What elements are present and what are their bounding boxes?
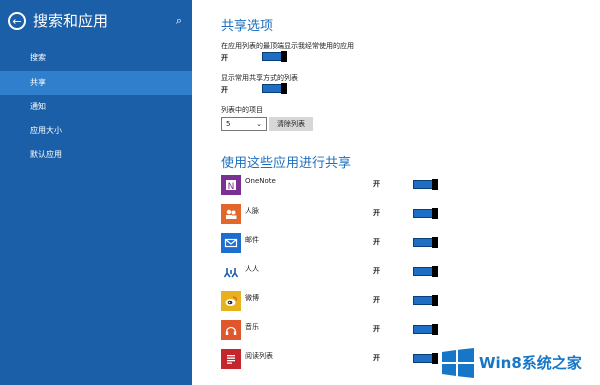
app-value: 开 (373, 238, 380, 246)
people-icon (221, 204, 241, 224)
renren-icon (221, 262, 241, 282)
app-name: 音乐 (245, 323, 259, 331)
reading-list-icon (221, 349, 241, 369)
sidebar-item-app-size[interactable]: 应用大小 (0, 119, 192, 143)
app-toggle-reading-list[interactable] (413, 353, 438, 364)
back-arrow-icon[interactable]: ← (8, 12, 26, 30)
chevron-down-icon: ⌄ (256, 120, 262, 128)
search-icon[interactable]: ⌕ (176, 14, 182, 28)
windows-logo-icon (442, 348, 474, 378)
main-panel: 共享选项 在应用列表的最顶端显示我经常使用的应用 开 显示常用共享方式的列表 开… (192, 0, 600, 385)
sidebar-item-default-apps[interactable]: 默认应用 (0, 143, 192, 167)
clear-list-button[interactable]: 清除列表 (269, 117, 313, 131)
app-value: 开 (373, 354, 380, 362)
sidebar: ← 搜索和应用 ⌕ 搜索 共享 通知 应用大小 默认应用 (0, 0, 192, 385)
list-count-select[interactable]: 5 ⌄ (221, 117, 267, 131)
sidebar-title: 搜索和应用 (33, 12, 109, 30)
app-value: 开 (373, 180, 380, 188)
sidebar-item-notifications[interactable]: 通知 (0, 95, 192, 119)
app-row-renren: 人人 开 (221, 262, 591, 282)
app-row-weibo: 微博 开 (221, 291, 591, 311)
music-icon (221, 320, 241, 340)
sidebar-header: ← 搜索和应用 ⌕ (8, 12, 184, 34)
mail-icon (221, 233, 241, 253)
app-name: 人脉 (245, 207, 259, 215)
svg-text:N: N (228, 182, 235, 192)
app-row-people: 人脉 开 (221, 204, 591, 224)
app-toggle-onenote[interactable] (413, 179, 438, 190)
app-toggle-weibo[interactable] (413, 295, 438, 306)
app-row-mail: 邮件 开 (221, 233, 591, 253)
app-value: 开 (373, 267, 380, 275)
sidebar-item-search[interactable]: 搜索 (0, 46, 192, 70)
app-toggle-people[interactable] (413, 208, 438, 219)
frequent-apps-value: 开 (221, 54, 228, 62)
onenote-icon: N (221, 175, 241, 195)
frequent-apps-label: 在应用列表的最顶端显示我经常使用的应用 (221, 42, 354, 50)
app-value: 开 (373, 296, 380, 304)
share-options-heading: 共享选项 (221, 19, 274, 34)
app-row-onenote: N OneNote 开 (221, 175, 591, 195)
share-list-toggle[interactable] (262, 83, 287, 94)
share-list-label: 显示常用共享方式的列表 (221, 74, 298, 82)
app-name: 阅读列表 (245, 352, 273, 360)
apps-heading: 使用这些应用进行共享 (221, 156, 352, 171)
share-list-value: 开 (221, 86, 228, 94)
list-count-value: 5 (226, 120, 231, 128)
watermark: Win8系统之家 (435, 343, 600, 385)
app-name: 邮件 (245, 236, 259, 244)
app-name: 微博 (245, 294, 259, 302)
app-row-music: 音乐 开 (221, 320, 591, 340)
app-toggle-renren[interactable] (413, 266, 438, 277)
app-value: 开 (373, 325, 380, 333)
app-name: 人人 (245, 265, 259, 273)
app-toggle-music[interactable] (413, 324, 438, 335)
app-name: OneNote (245, 177, 276, 185)
watermark-text: Win8系统之家 (479, 354, 582, 372)
weibo-icon (221, 291, 241, 311)
app-value: 开 (373, 209, 380, 217)
app-toggle-mail[interactable] (413, 237, 438, 248)
list-items-label: 列表中的项目 (221, 106, 263, 114)
frequent-apps-toggle[interactable] (262, 51, 287, 62)
sidebar-item-share[interactable]: 共享 (0, 71, 192, 95)
